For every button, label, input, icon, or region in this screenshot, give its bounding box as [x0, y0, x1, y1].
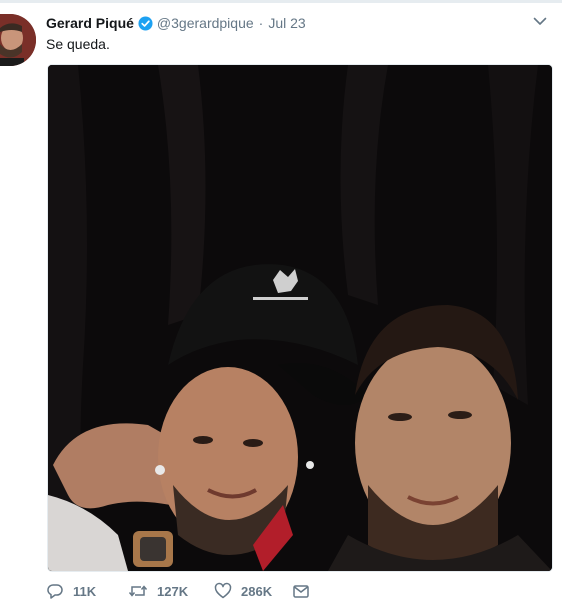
- tweet-card: Gerard Piqué @3gerardpique · Jul 23 Se q…: [0, 0, 562, 607]
- retweet-button[interactable]: 127K: [128, 582, 214, 600]
- reply-count: 11K: [73, 583, 97, 599]
- envelope-icon: [292, 582, 310, 600]
- tweet-actions: 11K 127K 286K: [46, 580, 310, 602]
- heart-icon: [214, 582, 232, 600]
- like-count: 286K: [241, 583, 273, 599]
- retweet-icon: [128, 582, 148, 600]
- avatar[interactable]: [0, 14, 36, 66]
- author-handle[interactable]: @3gerardpique: [157, 15, 254, 31]
- reply-button[interactable]: 11K: [46, 582, 128, 600]
- tweet-text: Se queda.: [46, 36, 110, 52]
- author-name[interactable]: Gerard Piqué: [46, 15, 134, 31]
- like-button[interactable]: 286K: [214, 582, 292, 600]
- direct-message-button[interactable]: [292, 582, 310, 600]
- tweet-photo[interactable]: [47, 64, 553, 572]
- chevron-down-icon[interactable]: [532, 13, 548, 29]
- top-divider: [0, 0, 562, 3]
- header-separator: ·: [258, 15, 264, 31]
- retweet-count: 127K: [157, 583, 189, 599]
- verified-badge-icon: [138, 15, 153, 31]
- reply-icon: [46, 582, 64, 600]
- tweet-header: Gerard Piqué @3gerardpique · Jul 23: [46, 13, 522, 33]
- tweet-date[interactable]: Jul 23: [268, 15, 305, 31]
